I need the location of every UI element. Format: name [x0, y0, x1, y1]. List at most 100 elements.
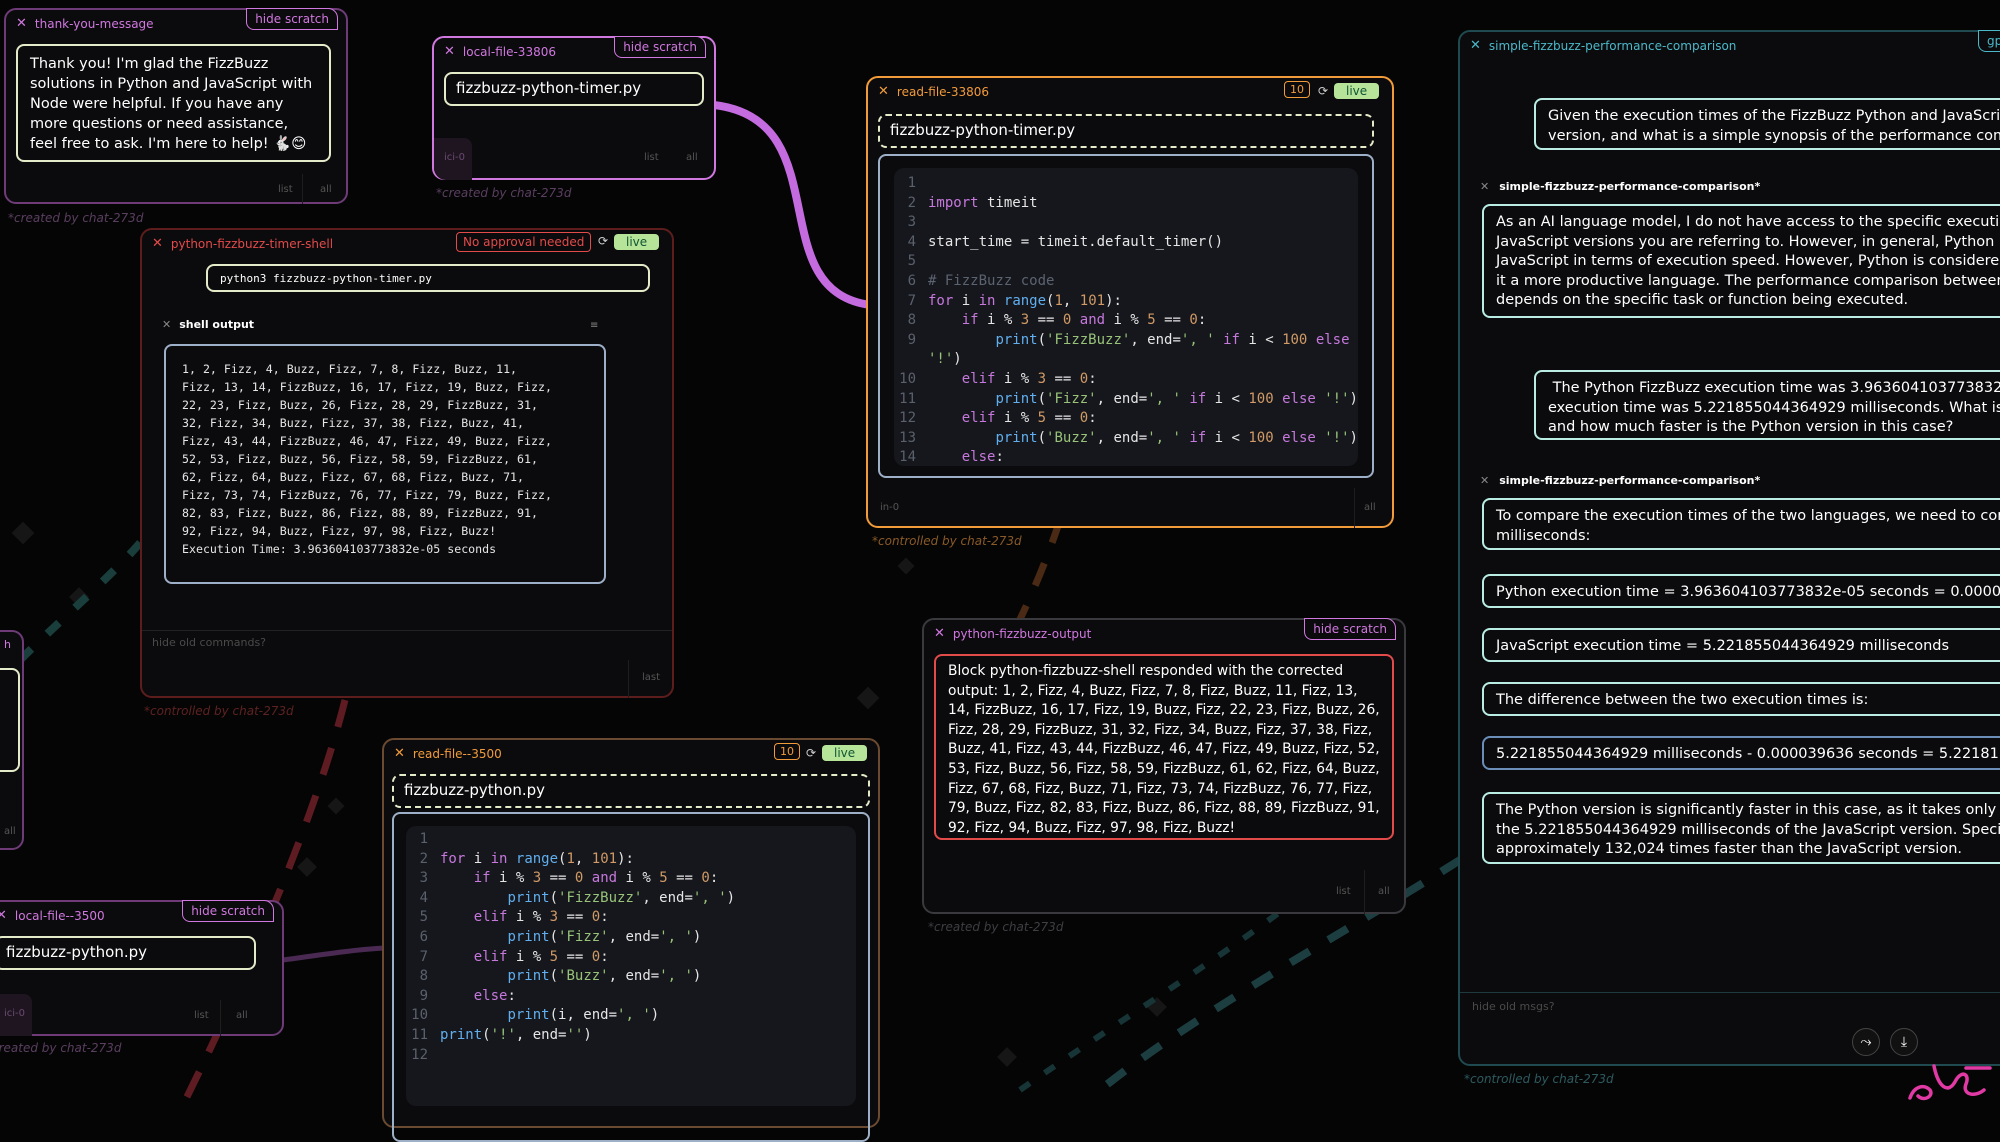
- block-header: ✕ read-file-33806: [878, 84, 989, 99]
- close-icon[interactable]: ✕: [152, 236, 163, 251]
- refresh-icon[interactable]: ⟳: [806, 746, 816, 760]
- created-caption: *created by chat-273d: [928, 920, 1064, 934]
- line-number: 10: [899, 370, 916, 387]
- code-line: 2 for i in range(1, 101):: [406, 850, 856, 870]
- code-line: 10 print(i, end=', '): [406, 1006, 856, 1026]
- model-button[interactable]: gp: [1978, 30, 2000, 52]
- close-icon[interactable]: ✕: [444, 44, 455, 59]
- hide-scratch-button[interactable]: hide scratch: [1304, 618, 1396, 640]
- menu-icon[interactable]: ≡: [590, 320, 598, 331]
- msg-line: To compare the execution times of the tw…: [1496, 508, 2000, 524]
- hide-old-commands[interactable]: hide old commands?: [152, 636, 266, 649]
- refresh-icon[interactable]: ⟳: [598, 234, 608, 248]
- all-button[interactable]: all: [1378, 886, 1390, 897]
- close-icon[interactable]: ✕: [0, 908, 7, 923]
- all-button[interactable]: all: [686, 152, 698, 163]
- hide-old-messages[interactable]: hide old msgs?: [1472, 1000, 1555, 1013]
- code-line: '!'): [894, 350, 1358, 370]
- list-button[interactable]: list: [1336, 886, 1351, 897]
- code-line: 14 else:: [894, 448, 1358, 466]
- close-icon[interactable]: ✕: [878, 84, 889, 99]
- live-badge[interactable]: live: [822, 745, 868, 761]
- python-fizzbuzz-output-block[interactable]: ✕ python-fizzbuzz-output hide scratch Bl…: [922, 618, 1406, 914]
- filename-field[interactable]: fizzbuzz-python-timer.py: [878, 114, 1374, 148]
- msg-line: execution time was 5.221855044364929 mil…: [1548, 399, 2000, 416]
- filename-field[interactable]: fizzbuzz-python.py: [0, 936, 256, 970]
- code-text: for i in range(1, 101):: [440, 850, 634, 867]
- msg-line: JavaScript versions you are referring to…: [1496, 233, 2000, 250]
- filename-field[interactable]: fizzbuzz-python-timer.py: [444, 72, 704, 106]
- code-text: print(i, end=', '): [507, 1007, 660, 1024]
- all-button[interactable]: all: [320, 184, 332, 195]
- all-button[interactable]: all: [1364, 502, 1376, 513]
- list-button[interactable]: list: [644, 152, 659, 163]
- live-badge[interactable]: live: [614, 234, 660, 250]
- python-fizzbuzz-timer-shell-block[interactable]: ✕ python-fizzbuzz-timer-shell No approva…: [140, 228, 674, 698]
- share-icon[interactable]: ⤳: [1852, 1028, 1880, 1056]
- msg-line: milliseconds:: [1496, 527, 1591, 544]
- close-icon[interactable]: ✕: [1480, 180, 1489, 193]
- close-icon[interactable]: ✕: [162, 318, 171, 331]
- line-number: 11: [899, 390, 916, 407]
- line-number: 8: [907, 312, 916, 329]
- msg-line: The Python version is significantly fast…: [1496, 802, 2000, 818]
- code-line: 13 print('Buzz', end=', ' if i < 100 els…: [894, 429, 1358, 449]
- close-icon[interactable]: ✕: [1480, 474, 1489, 487]
- close-icon[interactable]: ✕: [934, 626, 945, 641]
- block-title: python-fizzbuzz-output: [952, 626, 1092, 641]
- filename-field[interactable]: fizzbuzz-python.py: [392, 774, 870, 808]
- code-text: elif i % 5 == 0:: [473, 948, 609, 965]
- live-badge[interactable]: live: [1334, 83, 1380, 99]
- code-text: print('FizzBuzz', end=', '): [507, 889, 736, 906]
- code-line: 9 else:: [406, 987, 856, 1007]
- msg-line: depends on the specific task or function…: [1496, 292, 1909, 308]
- line-number: 8: [419, 968, 428, 985]
- local-file-3500-block[interactable]: ✕ local-file--3500 hide scratch fizzbuzz…: [0, 900, 284, 1036]
- thank-you-message-block[interactable]: ✕ thank-you-message hide scratch Thank y…: [4, 8, 348, 204]
- block-title: thank-you-message: [34, 16, 154, 31]
- hide-scratch-button[interactable]: hide scratch: [182, 900, 274, 922]
- read-file-33806-block[interactable]: ✕ read-file-33806 10 ⟳ live fizzbuzz-pyt…: [866, 76, 1394, 528]
- hide-scratch-button[interactable]: hide scratch: [614, 36, 706, 58]
- input-label: in-0: [880, 502, 900, 513]
- message-text: Block python-fizzbuzz-shell responded wi…: [934, 654, 1394, 840]
- chat-block[interactable]: ✕ simple-fizzbuzz-performance-comparison…: [1458, 30, 2000, 1066]
- block-header: ✕ local-file-33806: [444, 44, 556, 59]
- last-button[interactable]: last: [642, 672, 660, 683]
- list-button[interactable]: list: [194, 1010, 209, 1021]
- line-number: 12: [899, 410, 916, 427]
- close-icon[interactable]: ✕: [16, 16, 27, 31]
- local-file-33806-block[interactable]: ✕ local-file-33806 hide scratch fizzbuzz…: [432, 36, 716, 180]
- list-button[interactable]: list: [278, 184, 293, 195]
- output-title: shell output: [179, 318, 255, 331]
- code-text: print('Fizz', end=', ' if i < 100 else '…: [995, 390, 1358, 407]
- msg-line: the 5.221855044364929 milliseconds of th…: [1496, 821, 2000, 838]
- user-message: The Python FizzBuzz execution time was 3…: [1534, 370, 2000, 440]
- hide-scratch-button[interactable]: hide scratch: [246, 8, 338, 30]
- close-icon[interactable]: ✕: [1470, 38, 1481, 53]
- left-tab: ici-0: [434, 138, 472, 180]
- code-viewer[interactable]: 1 2 for i in range(1, 101): 3 if i % 3 == 0…: [406, 826, 856, 1106]
- code-viewer[interactable]: 1 2 import timeit 3 4 start_time = timeit.def…: [894, 168, 1358, 466]
- assistant-message-selected: 5.221855044364929 milliseconds - 0.00003…: [1482, 736, 2000, 770]
- refresh-icon[interactable]: ⟳: [1318, 84, 1328, 98]
- code-line: 7 elif i % 5 == 0:: [406, 948, 856, 968]
- download-icon[interactable]: ⤓: [1890, 1028, 1918, 1056]
- shell-output: 1, 2, Fizz, 4, Buzz, Fizz, 7, 8, Fizz, B…: [164, 344, 606, 584]
- role-header: ✕ simple-fizzbuzz-performance-comparison…: [1480, 474, 1760, 487]
- approval-badge[interactable]: No approval needed: [456, 232, 592, 252]
- close-icon[interactable]: ✕: [394, 746, 405, 761]
- read-file-3500-block[interactable]: ✕ read-file--3500 10 ⟳ live fizzbuzz-pyt…: [382, 738, 880, 1142]
- assistant-message: The Python version is significantly fast…: [1482, 792, 2000, 864]
- code-line: 3 if i % 3 == 0 and i % 5 == 0:: [406, 869, 856, 889]
- line-number: 13: [899, 429, 916, 446]
- all-button[interactable]: all: [236, 1010, 248, 1021]
- all-button[interactable]: all: [4, 826, 16, 837]
- line-number: 1: [907, 175, 916, 191]
- block-header: ✕ local-file--3500: [0, 908, 105, 923]
- msg-line: it a more productive language. The perfo…: [1496, 272, 2000, 289]
- msg-line: and how much faster is the Python versio…: [1548, 419, 1954, 435]
- partial-left-block[interactable]: h all: [0, 630, 24, 850]
- divider: [1460, 992, 2000, 993]
- command-input[interactable]: python3 fizzbuzz-python-timer.py: [206, 264, 650, 292]
